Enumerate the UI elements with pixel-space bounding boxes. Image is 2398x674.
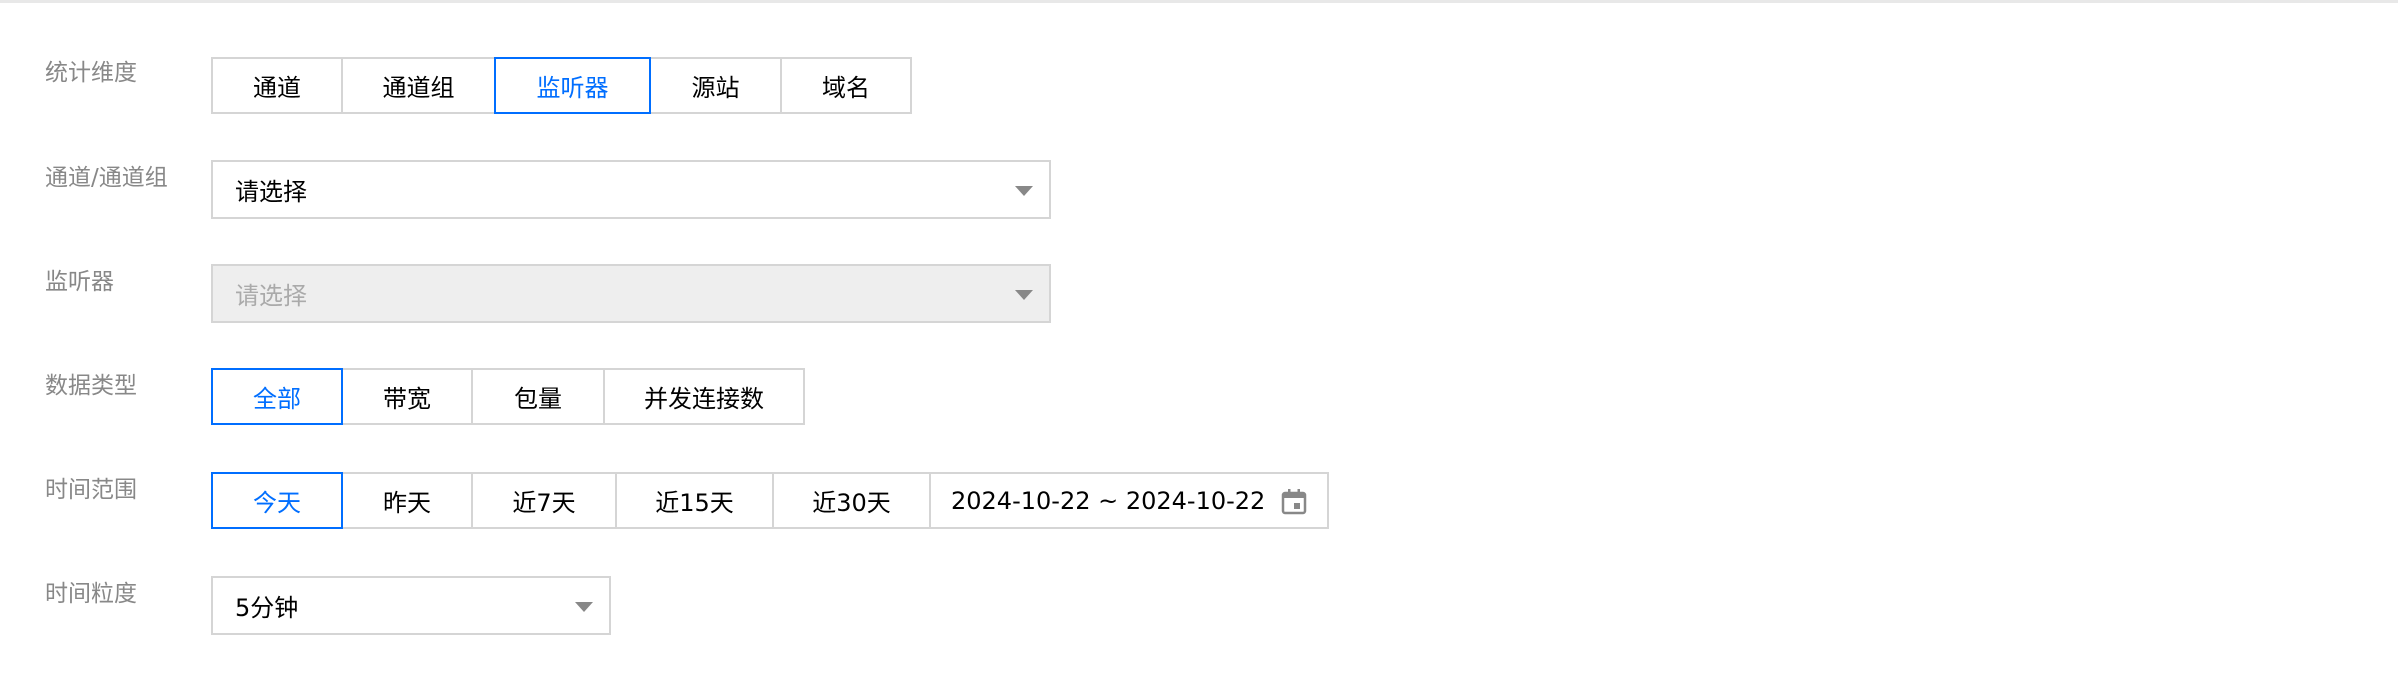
dimension-option-listener[interactable]: 监听器 — [494, 57, 651, 114]
data-type-option-bandwidth[interactable]: 带宽 — [341, 368, 473, 425]
channel-select[interactable]: 请选择 — [211, 160, 1051, 219]
dimension-option-channel[interactable]: 通道 — [211, 57, 343, 114]
data-type-option-concurrent-connections[interactable]: 并发连接数 — [603, 368, 805, 425]
time-range-option-15-days[interactable]: 近15天 — [615, 472, 774, 529]
data-type-option-all[interactable]: 全部 — [211, 368, 343, 425]
channel-label: 通道/通道组 — [45, 165, 168, 191]
granularity-label: 时间粒度 — [45, 581, 137, 607]
time-range-option-7-days[interactable]: 近7天 — [471, 472, 617, 529]
chevron-down-icon — [575, 602, 593, 612]
listener-select[interactable]: 请选择 — [211, 264, 1051, 323]
time-range-option-30-days[interactable]: 近30天 — [772, 472, 931, 529]
chevron-down-icon — [1015, 186, 1033, 196]
dimension-option-domain[interactable]: 域名 — [780, 57, 912, 114]
data-type-label: 数据类型 — [45, 373, 137, 399]
listener-select-placeholder: 请选择 — [235, 282, 307, 310]
dimension-label: 统计维度 — [45, 60, 137, 86]
time-range-option-today[interactable]: 今天 — [211, 472, 343, 529]
dimension-option-origin[interactable]: 源站 — [649, 57, 782, 114]
data-type-option-packets[interactable]: 包量 — [471, 368, 605, 425]
channel-select-value: 请选择 — [235, 178, 307, 206]
dimension-option-channel-group[interactable]: 通道组 — [341, 57, 496, 114]
calendar-icon[interactable] — [1279, 487, 1309, 517]
time-range-option-yesterday[interactable]: 昨天 — [341, 472, 473, 529]
time-range-label: 时间范围 — [45, 477, 137, 503]
date-range-picker[interactable]: 2024-10-22 ~ 2024-10-22 — [929, 472, 1329, 529]
listener-label: 监听器 — [45, 269, 114, 295]
top-divider — [0, 0, 2398, 3]
granularity-select[interactable]: 5分钟 — [211, 576, 611, 635]
dimension-segmented-control: 通道 通道组 监听器 源站 域名 — [211, 57, 912, 114]
time-range-control: 今天 昨天 近7天 近15天 近30天 2024-10-22 ~ 2024-10… — [211, 472, 1329, 529]
date-range-value: 2024-10-22 ~ 2024-10-22 — [951, 486, 1266, 515]
granularity-select-value: 5分钟 — [235, 594, 299, 622]
chevron-down-icon — [1015, 290, 1033, 300]
data-type-segmented-control: 全部 带宽 包量 并发连接数 — [211, 368, 805, 425]
